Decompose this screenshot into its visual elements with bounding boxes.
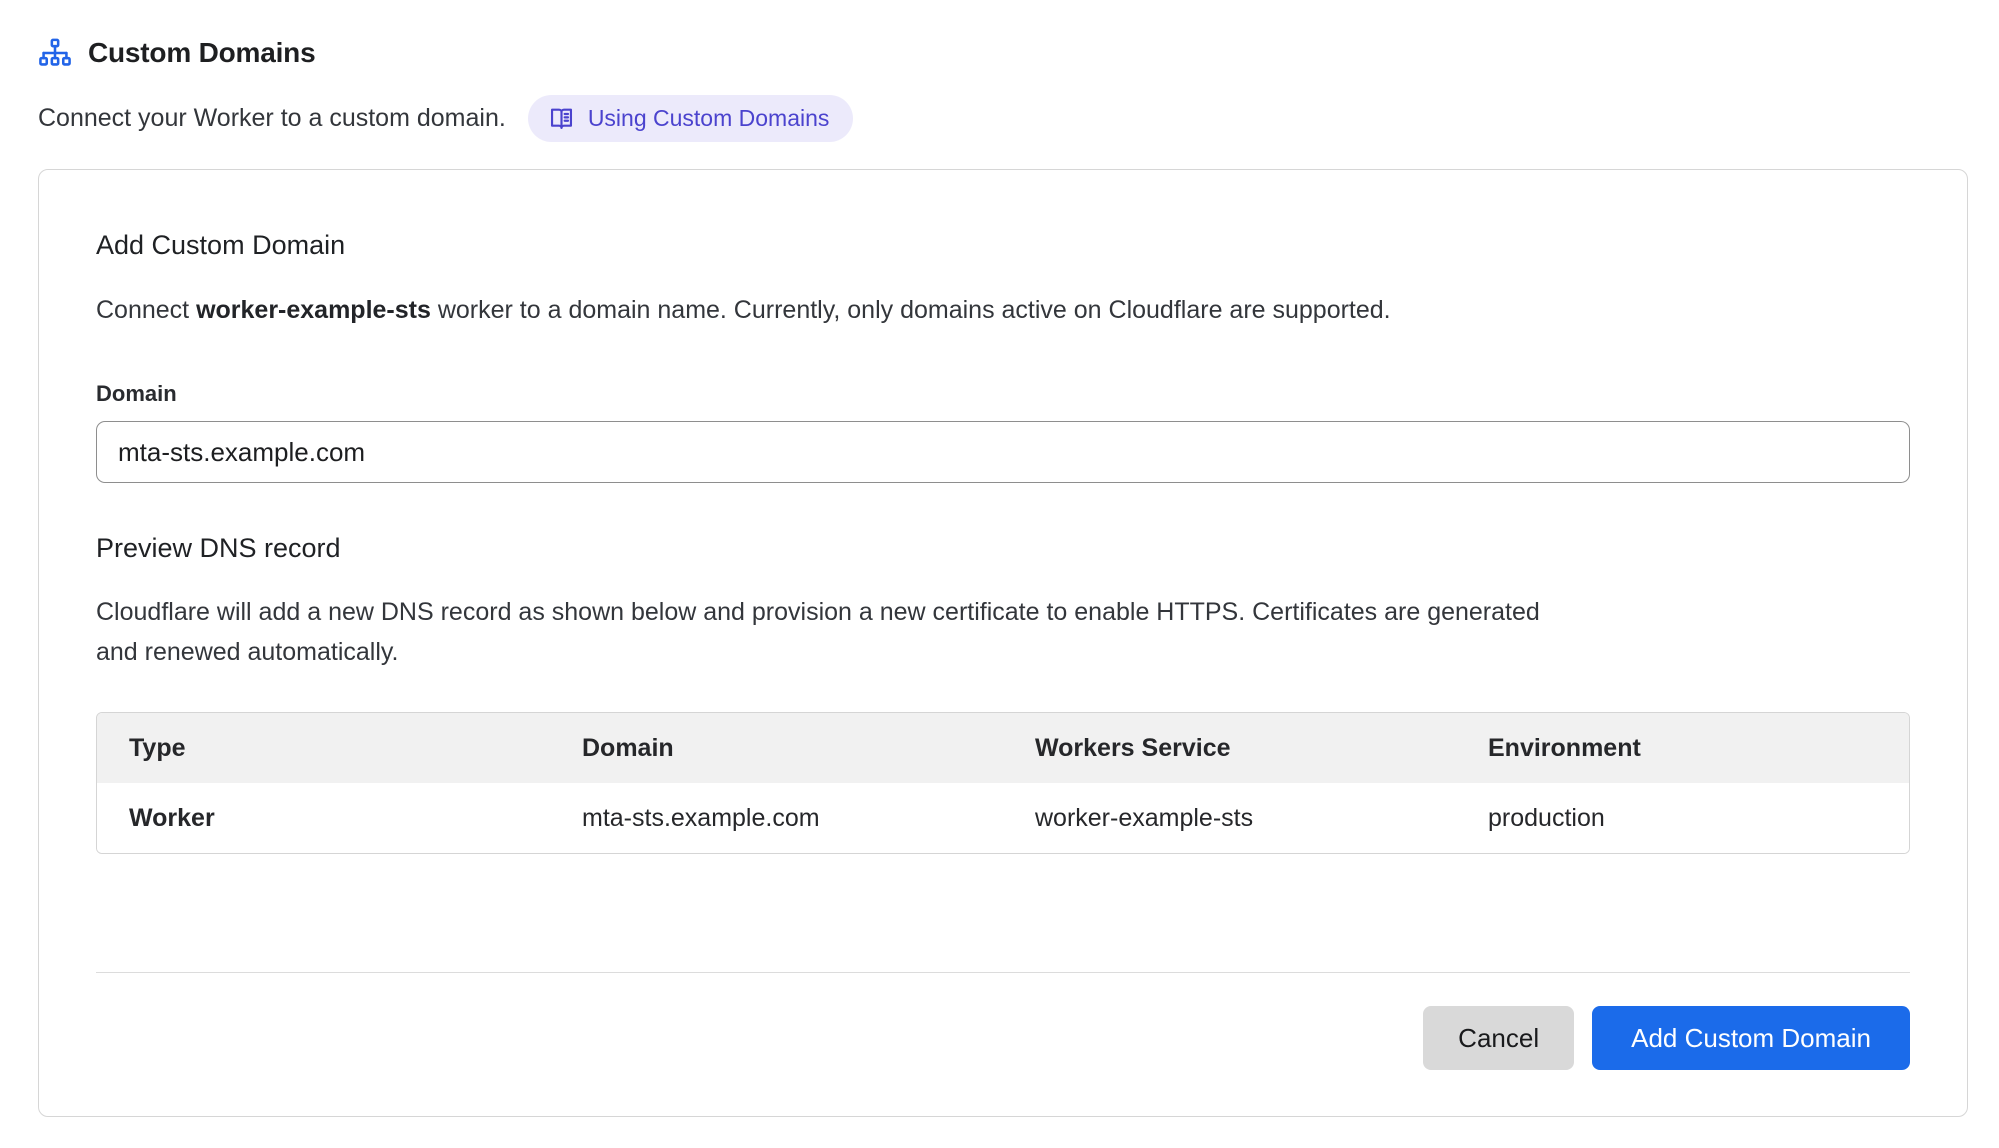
open-book-icon [548, 105, 575, 132]
preview-dns-description: Cloudflare will add a new DNS record as … [96, 592, 1546, 672]
worker-name: worker-example-sts [196, 296, 431, 324]
domain-field-label: Domain [96, 381, 1910, 407]
column-header-environment: Environment [1456, 713, 1909, 783]
dns-preview-table: Type Domain Workers Service Environment … [96, 712, 1910, 854]
page-title: Custom Domains [88, 37, 315, 69]
page-header: Custom Domains [38, 30, 1968, 76]
page: Custom Domains Connect your Worker to a … [0, 0, 1999, 1148]
footer-divider [96, 972, 1910, 973]
cancel-button[interactable]: Cancel [1423, 1006, 1574, 1070]
cell-type: Worker [97, 783, 550, 853]
column-header-type: Type [97, 713, 550, 783]
cell-domain: mta-sts.example.com [550, 783, 1003, 853]
preview-dns-heading: Preview DNS record [96, 533, 1910, 564]
docs-link-label: Using Custom Domains [588, 105, 830, 132]
sitemap-icon [38, 38, 72, 68]
table-row: Worker mta-sts.example.com worker-exampl… [97, 783, 1909, 853]
table-header-row: Type Domain Workers Service Environment [97, 713, 1909, 783]
description-suffix: worker to a domain name. Currently, only… [431, 296, 1391, 324]
cell-environment: production [1456, 783, 1909, 853]
column-header-domain: Domain [550, 713, 1003, 783]
docs-link-badge[interactable]: Using Custom Domains [528, 95, 854, 142]
card-description: Connect worker-example-sts worker to a d… [96, 296, 1910, 325]
actions-row: Cancel Add Custom Domain [96, 1006, 1910, 1070]
add-custom-domain-button[interactable]: Add Custom Domain [1592, 1006, 1910, 1070]
domain-input[interactable] [96, 421, 1910, 483]
card-heading: Add Custom Domain [96, 230, 1910, 261]
description-prefix: Connect [96, 296, 196, 324]
page-subtitle: Connect your Worker to a custom domain. [38, 104, 506, 133]
column-header-workers-service: Workers Service [1003, 713, 1456, 783]
add-custom-domain-card: Add Custom Domain Connect worker-example… [38, 169, 1968, 1117]
cell-workers-service: worker-example-sts [1003, 783, 1456, 853]
subtitle-row: Connect your Worker to a custom domain. … [38, 95, 1968, 142]
